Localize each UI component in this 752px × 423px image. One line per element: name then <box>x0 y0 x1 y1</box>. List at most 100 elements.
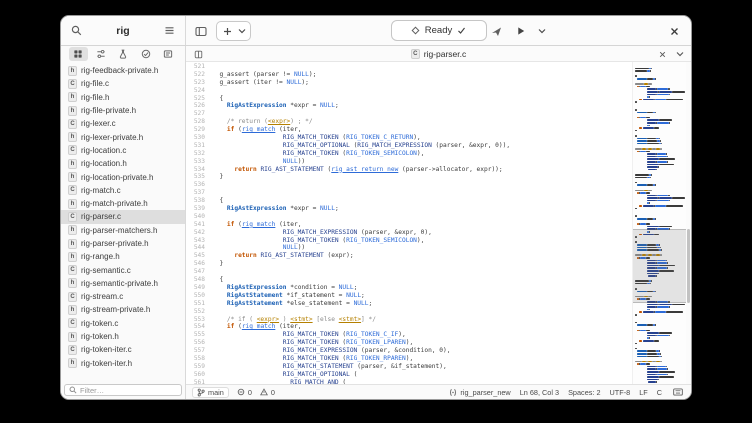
file-list-item[interactable]: hrig-range.h <box>61 250 185 263</box>
code-line[interactable]: 536 <box>186 181 632 189</box>
file-list-item[interactable]: hrig-lexer-private.h <box>61 130 185 143</box>
line-number: 525 <box>186 95 212 103</box>
code-line[interactable]: 546 } <box>186 260 632 268</box>
run-options-button[interactable] <box>536 21 548 41</box>
tab-close-button[interactable] <box>655 48 669 60</box>
code-line[interactable]: 556 RIG_MATCH_TOKEN (RIG_TOKEN_LPAREN), <box>186 339 632 347</box>
file-list-item[interactable]: Crig-semantic.c <box>61 263 185 276</box>
code-line[interactable]: 521 <box>186 63 632 71</box>
code-line[interactable]: 530 RIG_MATCH_TOKEN (RIG_TOKEN_C_RETURN)… <box>186 134 632 142</box>
file-list-item[interactable]: Crig-stream.c <box>61 290 185 303</box>
sidebar-tab-notes[interactable] <box>159 47 178 61</box>
code-line[interactable]: 552 <box>186 308 632 316</box>
code-line[interactable]: 523 g_assert (iter != NULL); <box>186 79 632 87</box>
keyboard-settings-button[interactable] <box>671 386 685 398</box>
file-list-item[interactable]: Crig-token.c <box>61 317 185 330</box>
file-list-item[interactable]: Crig-lexer.c <box>61 117 185 130</box>
encoding[interactable]: UTF-8 <box>610 388 631 397</box>
code-line[interactable]: 543 RIG_MATCH_TOKEN (RIG_TOKEN_SEMICOLON… <box>186 237 632 245</box>
file-list-item[interactable]: hrig-parser-private.h <box>61 237 185 250</box>
code-line[interactable]: 524 <box>186 87 632 95</box>
file-list-item[interactable]: hrig-match-private.h <box>61 197 185 210</box>
symbol-button[interactable]: rig_parser_new <box>449 388 510 397</box>
vertical-scrollbar[interactable] <box>686 62 691 384</box>
code-line[interactable]: 531 RIG_MATCH_OPTIONAL (RIG_MATCH_EXPRES… <box>186 142 632 150</box>
code-line[interactable]: 538 { <box>186 197 632 205</box>
file-list-item[interactable]: hrig-parser-matchers.h <box>61 224 185 237</box>
code-line[interactable]: 532 RIG_MATCH_TOKEN (RIG_TOKEN_SEMICOLON… <box>186 150 632 158</box>
code-line[interactable]: 549 RigAstExpression *condition = NULL; <box>186 284 632 292</box>
code-editor[interactable]: 521522 g_assert (parser != NULL);523 g_a… <box>186 62 632 384</box>
indentation-mode[interactable]: Spaces: 2 <box>568 388 600 397</box>
file-list-item[interactable]: Crig-token-iter.c <box>61 343 185 356</box>
code-line[interactable]: 548 { <box>186 276 632 284</box>
code-line[interactable]: 535 } <box>186 173 632 181</box>
file-list-item[interactable]: hrig-file.h <box>61 91 185 104</box>
code-line[interactable]: 559 RIG_MATCH_STATEMENT (parser, &if_sta… <box>186 363 632 371</box>
code-line[interactable]: 544 NULL)) <box>186 244 632 252</box>
pages-grid-button[interactable] <box>191 48 205 60</box>
file-list-item[interactable]: Crig-location.c <box>61 144 185 157</box>
cursor-position[interactable]: Ln 68, Col 3 <box>520 388 559 397</box>
code-line[interactable]: 541 if (rig_match (iter, <box>186 221 632 229</box>
code-line[interactable]: 533 NULL)) <box>186 158 632 166</box>
build-status-icon <box>411 26 420 35</box>
menu-button[interactable] <box>160 21 180 41</box>
search-button[interactable] <box>66 21 86 41</box>
file-list-item[interactable]: hrig-token.h <box>61 330 185 343</box>
sidebar-tab-symbols[interactable] <box>91 47 110 61</box>
code-line[interactable]: 534 return RIG_AST_STATEMENT (rig_ast_re… <box>186 166 632 174</box>
minimap[interactable] <box>632 62 686 384</box>
code-line[interactable]: 527 <box>186 110 632 118</box>
code-line[interactable]: 555 RIG_MATCH_TOKEN (RIG_TOKEN_C_IF), <box>186 331 632 339</box>
code-line[interactable]: 528 /* return (<expr>) ; */ <box>186 118 632 126</box>
code-line[interactable]: 558 RIG_MATCH_TOKEN (RIG_TOKEN_RPAREN), <box>186 355 632 363</box>
minimap-viewport[interactable] <box>633 229 686 303</box>
code-line[interactable]: 545 return RIG_AST_STATEMENT (expr); <box>186 252 632 260</box>
file-list-item[interactable]: hrig-token-iter.h <box>61 357 185 370</box>
file-list-item[interactable]: Crig-parser.c <box>61 210 185 223</box>
language-mode[interactable]: C <box>657 388 662 397</box>
line-ending[interactable]: LF <box>639 388 648 397</box>
file-list-item[interactable]: Crig-file.c <box>61 77 185 90</box>
window-close-button[interactable] <box>664 21 684 41</box>
code-line[interactable]: 557 RIG_MATCH_EXPRESSION (parser, &condi… <box>186 347 632 355</box>
omnibar-button[interactable]: Ready <box>391 20 487 41</box>
rocket-button[interactable] <box>486 21 506 41</box>
tab-rig-parser[interactable]: C rig-parser.c <box>411 49 467 59</box>
code-line[interactable]: 529 if (rig_match (iter, <box>186 126 632 134</box>
sidebar-tab-files[interactable] <box>69 47 88 61</box>
file-list-item[interactable]: hrig-feedback-private.h <box>61 64 185 77</box>
file-list-item[interactable]: hrig-stream-private.h <box>61 303 185 316</box>
code-line-text: g_assert (iter != NULL); <box>212 79 309 87</box>
code-line[interactable]: 554 if (rig_match (iter, <box>186 323 632 331</box>
sidebar-tab-tests[interactable] <box>114 47 133 61</box>
code-line[interactable]: 542 RIG_MATCH_EXPRESSION (parser, &expr,… <box>186 229 632 237</box>
new-page-button[interactable] <box>220 23 234 39</box>
file-list-item[interactable]: hrig-semantic-private.h <box>61 277 185 290</box>
tab-list-button[interactable] <box>673 48 687 60</box>
diagnostics-errors[interactable]: 0 <box>237 388 252 397</box>
filter-input[interactable]: Filter… <box>64 384 182 396</box>
toggle-left-panel-button[interactable] <box>191 21 211 41</box>
code-line[interactable]: 537 <box>186 189 632 197</box>
code-line[interactable]: 539 RigAstExpression *expr = NULL; <box>186 205 632 213</box>
file-name: rig-file.h <box>81 93 109 102</box>
run-button[interactable] <box>511 21 531 41</box>
file-list-item[interactable]: hrig-location-private.h <box>61 170 185 183</box>
code-line[interactable]: 560 RIG_MATCH_OPTIONAL ( <box>186 371 632 379</box>
sidebar-tab-todo[interactable] <box>136 47 155 61</box>
diagnostics-warnings[interactable]: 0 <box>260 388 275 397</box>
code-line[interactable]: 550 RigAstStatement *if_statement = NULL… <box>186 292 632 300</box>
file-list-item[interactable]: hrig-location.h <box>61 157 185 170</box>
new-page-dropdown-button[interactable] <box>236 23 247 39</box>
code-line[interactable]: 526 RigAstExpression *expr = NULL; <box>186 102 632 110</box>
file-list-item[interactable]: hrig-file-private.h <box>61 104 185 117</box>
code-line[interactable]: 551 RigAstStatement *else_statement = NU… <box>186 300 632 308</box>
code-line[interactable]: 540 <box>186 213 632 221</box>
code-line[interactable]: 522 g_assert (parser != NULL); <box>186 71 632 79</box>
file-list-item[interactable]: Crig-match.c <box>61 184 185 197</box>
branch-button[interactable]: main <box>192 387 229 398</box>
code-line[interactable]: 547 <box>186 268 632 276</box>
scrollbar-thumb[interactable] <box>687 229 690 303</box>
